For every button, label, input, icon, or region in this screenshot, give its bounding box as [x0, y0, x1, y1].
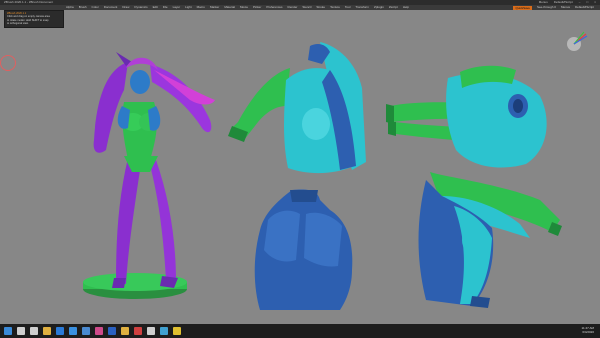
jacket-front-angle-model[interactable] — [228, 42, 366, 174]
jacket-side-view-model[interactable] — [418, 172, 563, 308]
character-figure-model[interactable] — [83, 52, 215, 299]
search-icon[interactable] — [17, 327, 25, 335]
vest-front-model[interactable] — [254, 189, 353, 310]
brush-cursor — [0, 55, 16, 71]
photoshop-icon[interactable] — [108, 327, 116, 335]
jacket-top-view-model[interactable] — [386, 65, 547, 168]
folder-icon[interactable] — [121, 327, 129, 335]
windows-taskbar: 11:47 AM 6/4/2020 — [0, 324, 600, 338]
mail-icon[interactable] — [69, 327, 77, 335]
navigation-gizmo[interactable] — [562, 28, 592, 58]
task-view-icon[interactable] — [30, 327, 38, 335]
settings-icon[interactable] — [147, 327, 155, 335]
tooltip-popup: ZBrush 2020.1.1 Click and drag on empty … — [4, 10, 64, 28]
tooltip-line-3: to orthogonal view. — [7, 22, 29, 26]
clock-date: 6/4/2020 — [582, 330, 594, 334]
zbrush-icon[interactable] — [95, 327, 103, 335]
start-icon[interactable] — [4, 327, 12, 335]
app-icon[interactable] — [160, 327, 168, 335]
file-explorer-icon[interactable] — [43, 327, 51, 335]
browser-icon[interactable] — [56, 327, 64, 335]
system-clock[interactable]: 11:47 AM 6/4/2020 — [582, 326, 594, 334]
notes-icon[interactable] — [173, 327, 181, 335]
media-icon[interactable] — [134, 327, 142, 335]
canvas-viewport[interactable] — [0, 10, 600, 324]
store-icon[interactable] — [82, 327, 90, 335]
